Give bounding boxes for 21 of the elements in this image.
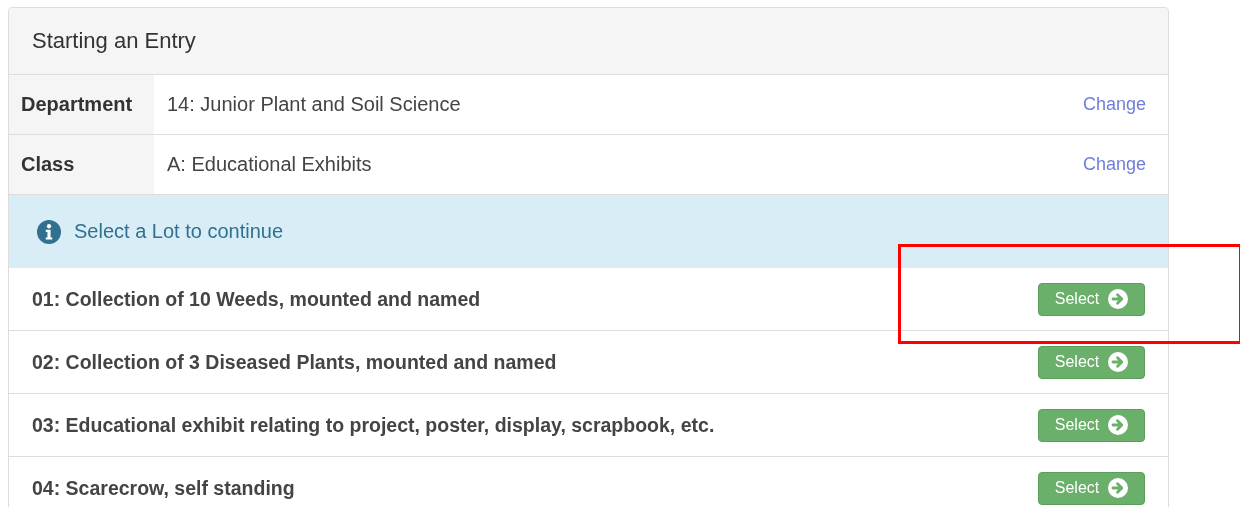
- field-label: Department: [9, 75, 154, 134]
- select-button[interactable]: Select: [1038, 345, 1145, 379]
- field-value: 14: Junior Plant and Soil Science: [167, 93, 461, 116]
- select-button[interactable]: Select: [1038, 471, 1145, 505]
- lot-title: 02: Collection of 3 Diseased Plants, mounted and named: [32, 350, 557, 374]
- field-value: A: Educational Exhibits: [167, 153, 372, 176]
- arrow-circle-icon: [1108, 478, 1129, 498]
- change-link[interactable]: Change: [1082, 94, 1146, 115]
- field-label: Class: [9, 135, 154, 194]
- select-button[interactable]: Select: [1038, 282, 1145, 316]
- lot-title: 04: Scarecrow, self standing: [32, 476, 295, 500]
- info-icon: [37, 219, 61, 244]
- select-button[interactable]: Select: [1038, 408, 1145, 442]
- arrow-circle-icon: [1108, 289, 1129, 309]
- panel-title: Starting an Entry: [32, 28, 196, 54]
- change-link[interactable]: Change: [1082, 154, 1146, 175]
- alert-text: Select a Lot to continue: [74, 220, 284, 243]
- arrow-circle-icon: [1108, 352, 1129, 372]
- lot-title: 03: Educational exhibit relating to project, poster, display, scrapbook, etc.: [32, 413, 715, 437]
- lot-title: 01: Collection of 10 Weeds, mounted and named: [32, 287, 481, 311]
- arrow-circle-icon: [1108, 415, 1129, 435]
